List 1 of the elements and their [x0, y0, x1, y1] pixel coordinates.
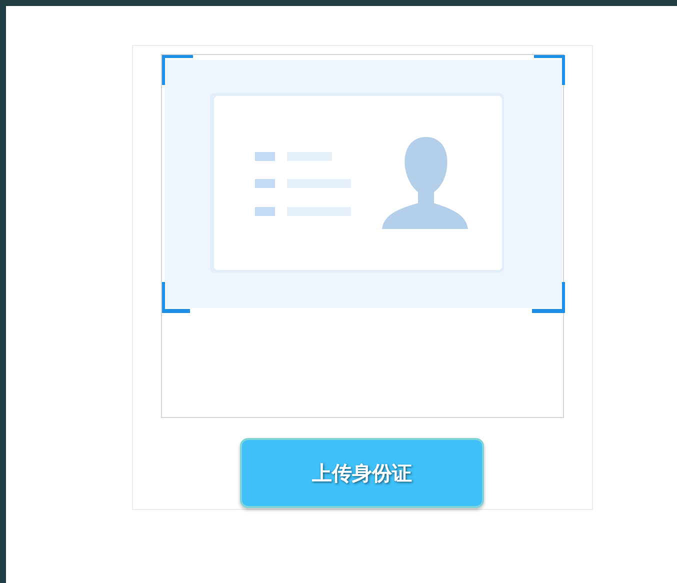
upload-button[interactable]: 上传身份证 [240, 438, 484, 508]
